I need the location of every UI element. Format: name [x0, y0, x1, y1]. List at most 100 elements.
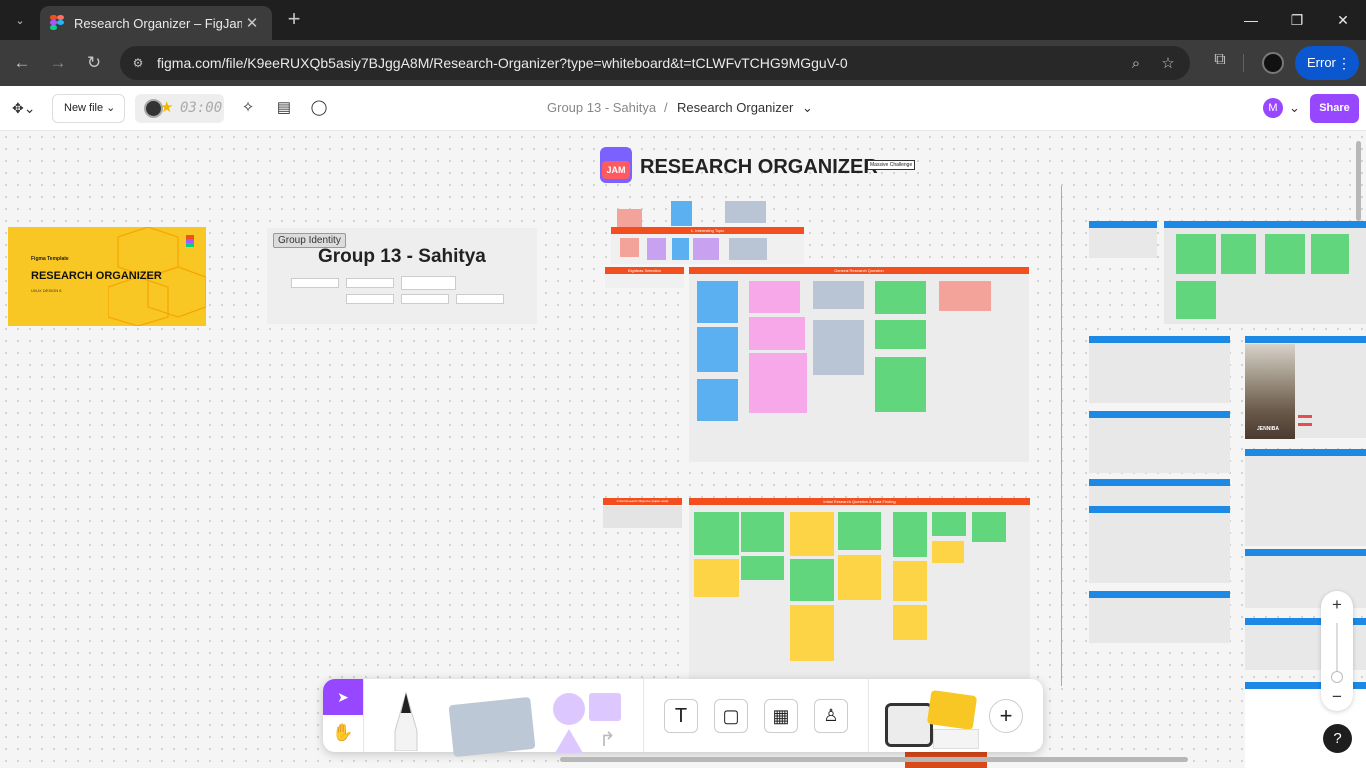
omnibox[interactable]: ⚙ figma.com/file/K9eeRUXQb5asiy7BJggA8M/… [120, 46, 1190, 80]
vertical-scrollbar[interactable] [1356, 141, 1361, 221]
error-button[interactable]: Error ⋮ [1295, 46, 1359, 80]
sticky-note[interactable] [749, 317, 805, 350]
hand-tool-icon[interactable]: ✋ [323, 715, 363, 751]
sticky-note[interactable] [693, 238, 719, 260]
sticky-note[interactable] [749, 353, 807, 413]
sticky-note[interactable] [972, 512, 1006, 542]
sticky-note[interactable] [741, 556, 784, 580]
zoom-slider-handle[interactable] [1331, 671, 1343, 683]
sticky-note[interactable] [893, 561, 927, 601]
persona-name: JENNIBA [1257, 426, 1279, 432]
circle-shape-icon[interactable] [553, 693, 585, 725]
sticky-note[interactable] [932, 512, 966, 536]
sticky-note[interactable] [697, 281, 738, 323]
sticky-note[interactable] [875, 357, 926, 412]
new-tab-icon[interactable]: + [282, 8, 306, 32]
share-button[interactable]: Share [1310, 94, 1359, 123]
zoom-in-icon[interactable]: + [1321, 595, 1353, 615]
sticky-note[interactable] [813, 281, 864, 309]
minimize-icon[interactable]: — [1236, 8, 1266, 32]
sticky-note[interactable] [749, 281, 800, 313]
timer-widget[interactable]: ★ 03:00 [135, 94, 224, 123]
sticky-note[interactable] [725, 201, 766, 223]
sticky-note[interactable] [1221, 234, 1256, 274]
sticky-note[interactable] [1311, 234, 1349, 274]
sticky-note[interactable] [697, 327, 738, 372]
add-tool-icon[interactable]: + [989, 699, 1023, 733]
sticky-note[interactable] [1176, 281, 1216, 319]
move-tool-icon[interactable]: ➤ [323, 679, 363, 715]
sticky-note[interactable] [790, 512, 834, 556]
sticky-note[interactable] [697, 379, 738, 421]
sticky-note[interactable] [672, 238, 689, 260]
sticky-note[interactable] [741, 512, 784, 552]
text-tool-icon[interactable]: T [664, 699, 698, 733]
tab-search-chevron-icon[interactable]: ⌄ [8, 8, 32, 32]
sticky-note[interactable] [1176, 234, 1216, 274]
template-card[interactable]: Figma Template RESEARCH ORGANIZER UI/UX … [8, 227, 206, 326]
sticky-note[interactable] [647, 238, 666, 260]
file-menu-chevron-icon[interactable]: ⌄ [802, 100, 813, 116]
close-tab-icon[interactable]: ✕ [242, 14, 262, 32]
avatar-chevron-icon[interactable]: ⌄ [1289, 100, 1300, 116]
toolbar-divider [363, 679, 364, 752]
camera-widget-icon[interactable] [885, 703, 933, 747]
zoom-lens-icon[interactable]: ⌕ [1126, 54, 1146, 74]
new-file-button[interactable]: New file ⌄ [52, 94, 125, 123]
sticky-note[interactable] [893, 512, 927, 557]
browser-tab[interactable]: Research Organizer – FigJam ✕ [40, 6, 272, 40]
connector-arrow-icon[interactable]: ↱ [599, 727, 616, 752]
sticky-note[interactable] [694, 512, 739, 555]
sticky-note[interactable] [932, 541, 964, 563]
horizontal-scrollbar[interactable] [560, 757, 1188, 762]
sticky-note[interactable] [694, 559, 739, 597]
reload-icon[interactable]: ↻ [82, 51, 106, 75]
bookmark-star-icon[interactable]: ☆ [1158, 54, 1178, 74]
sticky-note[interactable] [875, 281, 926, 314]
ai-sparkle-icon[interactable]: ✧ [238, 98, 258, 118]
triangle-shape-icon[interactable] [555, 729, 583, 753]
breadcrumb-file[interactable]: Research Organizer [677, 100, 793, 115]
square-shape-icon[interactable] [589, 693, 621, 721]
solution-header [1089, 591, 1230, 598]
sticky-note[interactable] [813, 320, 864, 375]
back-icon[interactable]: ← [10, 51, 34, 75]
sticky-note[interactable] [1265, 234, 1305, 274]
card-widget-icon[interactable] [933, 729, 979, 749]
sticky-note[interactable] [875, 320, 926, 349]
whiteboard-canvas[interactable]: Figma Template RESEARCH ORGANIZER UI/UX … [0, 131, 1366, 768]
table-tool-icon[interactable]: ▦ [764, 699, 798, 733]
sticky-note-tool-icon[interactable] [448, 696, 536, 758]
sticky-note[interactable] [939, 281, 991, 311]
group-identity-section[interactable]: Group Identity Group 13 - Sahitya [267, 228, 537, 324]
comment-icon[interactable]: ◯ [309, 98, 329, 118]
figma-menu-icon[interactable]: ✥⌄ [12, 100, 35, 117]
site-info-icon[interactable]: ⚙ [130, 55, 146, 71]
extensions-icon[interactable]: ⧉ [1208, 51, 1232, 75]
url-text[interactable]: figma.com/file/K9eeRUXQb5asiy7BJggA8M/Re… [157, 55, 848, 71]
section-tool-icon[interactable]: ▢ [714, 699, 748, 733]
user-avatar[interactable]: M [1263, 98, 1283, 118]
restore-icon[interactable]: ❐ [1282, 8, 1312, 32]
main-badge: Massive Challenge [867, 160, 916, 170]
help-button[interactable]: ? [1323, 724, 1352, 753]
sticky-note[interactable] [838, 555, 881, 600]
profile-avatar[interactable] [1262, 52, 1284, 74]
stamp-tool-icon[interactable]: ♙ [814, 699, 848, 733]
sticky-note[interactable] [838, 512, 881, 550]
sticky-note[interactable] [617, 209, 642, 229]
breadcrumb-team[interactable]: Group 13 - Sahitya [547, 100, 656, 115]
main-title: RESEARCH ORGANIZER [640, 156, 878, 178]
forward-icon[interactable]: → [46, 51, 70, 75]
sticky-note[interactable] [620, 238, 639, 257]
zoom-out-icon[interactable]: − [1321, 687, 1353, 707]
sticky-note[interactable] [729, 238, 767, 260]
sticky-note[interactable] [790, 605, 834, 661]
close-window-icon[interactable]: ✕ [1328, 8, 1358, 32]
template-widget-icon[interactable] [926, 689, 978, 731]
sticky-note[interactable] [671, 201, 692, 226]
pen-tool-icon[interactable] [389, 691, 423, 751]
sticky-note[interactable] [790, 559, 834, 601]
sticky-note[interactable] [893, 605, 927, 640]
layout-icon[interactable]: ▤ [274, 98, 294, 118]
